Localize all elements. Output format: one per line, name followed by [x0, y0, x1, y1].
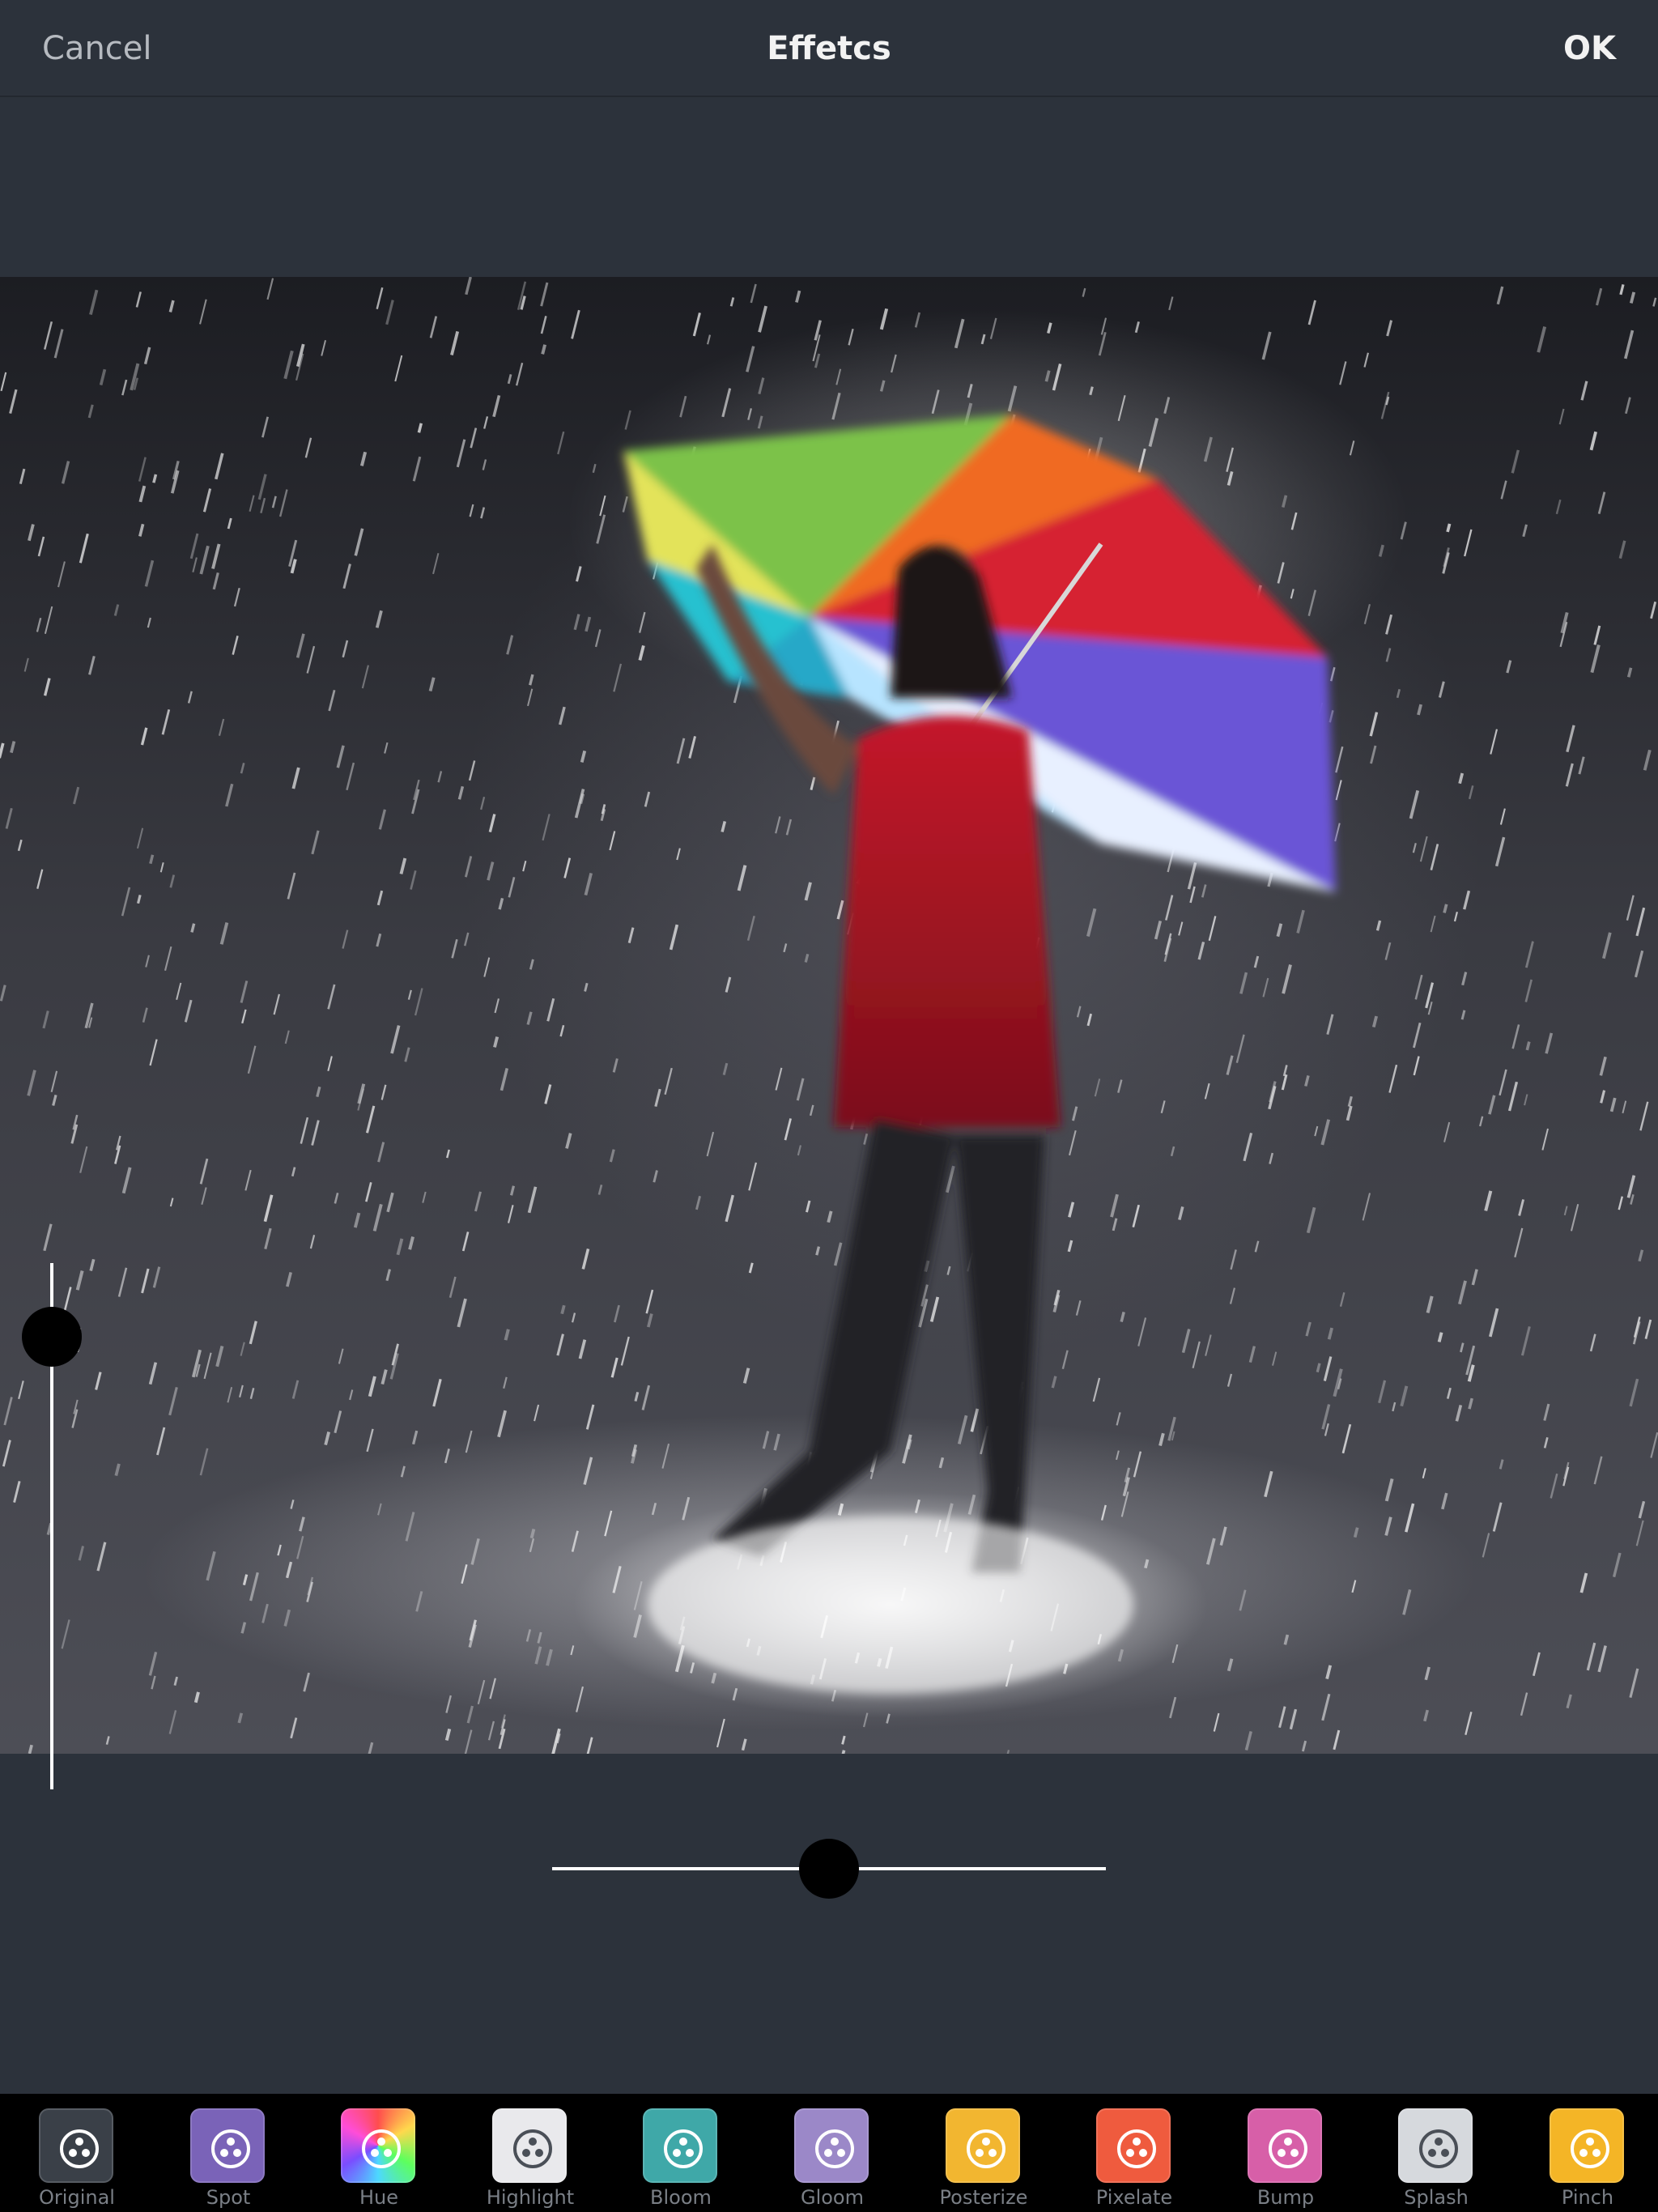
effect-splash[interactable]: Splash [1392, 2102, 1481, 2212]
effect-icon [210, 2128, 252, 2170]
effects-strip: Original Spot Hue Highlight Bloom Gloom Poster… [0, 2094, 1658, 2212]
effect-label: Bump [1256, 2186, 1315, 2209]
effect-thumbnail [341, 2108, 415, 2183]
effect-icon [58, 2128, 100, 2170]
effect-pixelate[interactable]: Pixelate [1090, 2102, 1179, 2212]
effect-thumbnail [794, 2108, 869, 2183]
top-bar: Cancel Effetcs OK [0, 0, 1658, 97]
effect-thumbnail [1248, 2108, 1322, 2183]
effect-icon [1267, 2128, 1309, 2170]
effect-icon [1116, 2128, 1158, 2170]
effect-gloom[interactable]: Gloom [788, 2102, 877, 2212]
effect-original[interactable]: Original [32, 2102, 121, 2212]
effect-label: Pinch [1561, 2186, 1614, 2209]
effect-label: Highlight [486, 2186, 575, 2209]
effect-label: Original [39, 2186, 115, 2209]
effect-thumbnail [946, 2108, 1020, 2183]
effect-label: Hue [359, 2186, 399, 2209]
effect-label: Splash [1404, 2186, 1469, 2209]
effect-thumbnail [39, 2108, 113, 2183]
effect-posterize[interactable]: Posterize [939, 2102, 1028, 2212]
effect-label: Posterize [939, 2186, 1028, 2209]
ok-button[interactable]: OK [1563, 24, 1616, 73]
effect-spot[interactable]: Spot [184, 2102, 273, 2212]
effect-thumbnail [643, 2108, 717, 2183]
effect-label: Gloom [800, 2186, 864, 2209]
effect-label: Pixelate [1095, 2186, 1173, 2209]
page-title: Effetcs [767, 30, 891, 67]
effect-icon [814, 2128, 856, 2170]
effect-icon [512, 2128, 554, 2170]
effect-thumbnail [1550, 2108, 1624, 2183]
effect-icon [360, 2128, 402, 2170]
effect-icon [965, 2128, 1007, 2170]
effect-highlight[interactable]: Highlight [486, 2102, 575, 2212]
effect-thumbnail [492, 2108, 567, 2183]
photo-illustration [0, 277, 1658, 1754]
effect-bump[interactable]: Bump [1241, 2102, 1330, 2212]
effect-thumbnail [1096, 2108, 1171, 2183]
effect-thumbnail [190, 2108, 265, 2183]
effect-hue[interactable]: Hue [334, 2102, 423, 2212]
effect-label: Spot [206, 2186, 251, 2209]
intensity-slider-handle[interactable] [799, 1839, 859, 1899]
effect-icon [1569, 2128, 1611, 2170]
effect-bloom[interactable]: Bloom [636, 2102, 725, 2212]
vertical-slider-handle[interactable] [22, 1307, 82, 1367]
effect-thumbnail [1398, 2108, 1473, 2183]
effect-label: Bloom [650, 2186, 712, 2209]
photo-preview [0, 277, 1658, 1754]
effect-icon [1418, 2128, 1460, 2170]
effect-icon [662, 2128, 704, 2170]
effect-pinch[interactable]: Pinch [1543, 2102, 1632, 2212]
